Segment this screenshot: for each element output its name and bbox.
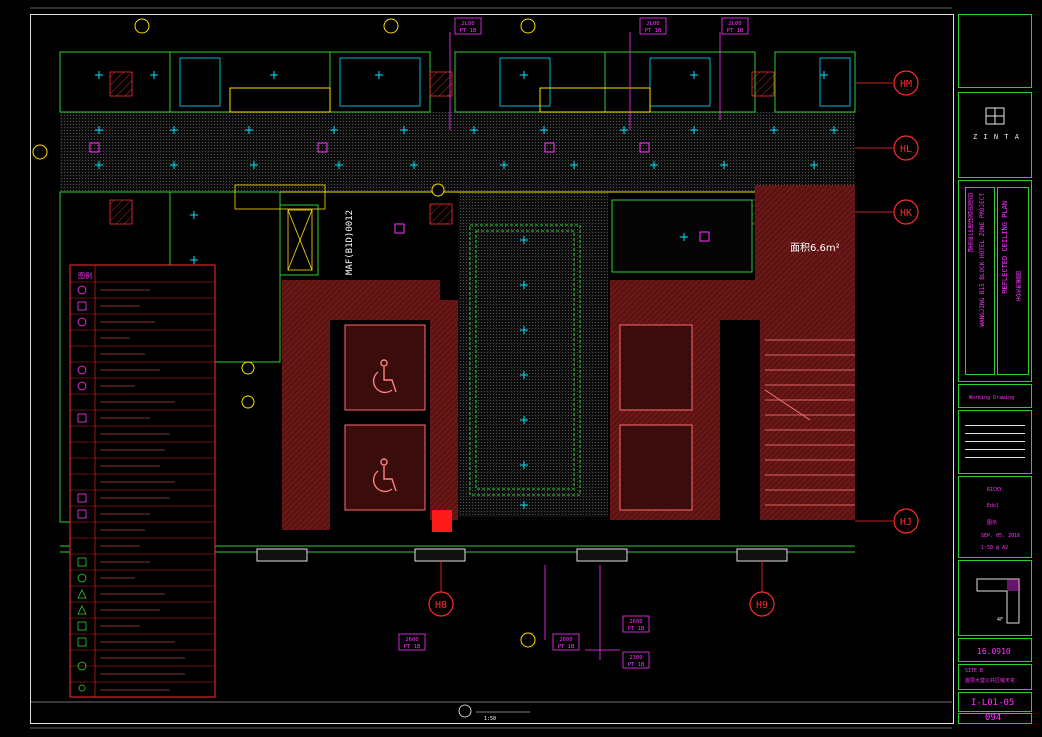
sheet-no-box: I-L01-05 bbox=[958, 692, 1032, 712]
checked-by: Edol bbox=[987, 503, 1000, 509]
page-number: 094 bbox=[985, 713, 1002, 723]
drawing-title-cn: 天花布置图 bbox=[1016, 271, 1023, 301]
upper-rooms bbox=[59, 51, 856, 113]
grid-label-hl: HL bbox=[900, 144, 912, 155]
equipment-tag: MAF(B1D)0012 bbox=[345, 210, 355, 275]
drawn-by: RICKY bbox=[987, 487, 1003, 493]
firm-logo-box bbox=[958, 14, 1032, 88]
firm-name: Z I N T A bbox=[973, 133, 1020, 141]
ceiling-tag-code: PT 1B bbox=[645, 28, 662, 34]
project-no-box: 16.0910 bbox=[958, 638, 1032, 662]
ceiling-tag-code: PT 1B bbox=[727, 28, 744, 34]
project-number: 16.0910 bbox=[977, 647, 1011, 656]
ceiling-tag-height: 2L00 bbox=[728, 21, 741, 27]
ceiling-tag-height: 2L00 bbox=[646, 21, 659, 27]
scale-label: 1:50 bbox=[484, 716, 496, 722]
zinta-logo-icon bbox=[985, 107, 1005, 125]
scale-value: 图示 bbox=[987, 520, 998, 526]
ceiling-tag-code: PT 1B bbox=[404, 644, 421, 650]
key-plan-box: 4F bbox=[958, 560, 1032, 636]
ceiling-tag-code: PT 1B bbox=[628, 626, 645, 632]
grid-label-hm: HM bbox=[900, 79, 912, 90]
drawing-title-block: 1:50 bbox=[30, 701, 952, 722]
grid-label-hk: HK bbox=[900, 208, 912, 219]
legend-table: 图例 bbox=[69, 264, 216, 698]
ceiling-tag-code: PT 1B bbox=[628, 662, 645, 668]
area-label: 面积6.6m² bbox=[790, 242, 840, 254]
drawing-title-en: REFLECTED CEILING PLAN bbox=[1001, 201, 1009, 294]
sheet-number: I-L01-05 bbox=[971, 698, 1015, 708]
ceiling-tag-code: PT 1B bbox=[558, 644, 575, 650]
ceiling-tag-height: 2600 bbox=[629, 619, 642, 625]
drawing-info-box: RICKY Edol 图示 SEP. 05. 2016 1:50 @ A2 bbox=[958, 476, 1032, 558]
ceiling-tag-height: 2600 bbox=[559, 637, 572, 643]
key-plan-icon bbox=[976, 578, 1020, 624]
grid-label-hj: HJ bbox=[900, 517, 912, 528]
ceiling-tag-height: 2600 bbox=[405, 637, 418, 643]
grid-label-h8: H8 bbox=[435, 600, 447, 611]
grid-label-h9: H9 bbox=[756, 600, 768, 611]
ceiling-tag-height: 2300 bbox=[629, 655, 642, 661]
corridor-ceiling bbox=[60, 112, 855, 192]
key-plan-floor: 4F bbox=[997, 617, 1004, 623]
sheet-size: 1:50 @ A2 bbox=[981, 545, 1009, 551]
status-box: Working Drawing bbox=[958, 384, 1032, 408]
area-description: 首层大堂公共区域天花 bbox=[965, 678, 1016, 684]
legend-title: 图例 bbox=[78, 271, 92, 280]
issue-date: SEP. 05. 2016 bbox=[981, 533, 1021, 539]
project-title-box: 望京B15地块酒店项目 WANGJING B15 BLOCK HOTEL ZON… bbox=[958, 180, 1032, 382]
page-no-box: 094 bbox=[958, 713, 1032, 724]
project-name-en: WANGJING B15 BLOCK HOTEL ZONE PROJECT bbox=[979, 193, 986, 327]
ceiling-plan-drawing: HM HL HK HJ H8 H9 2L00 PT 1B 2L00 PT 1B … bbox=[30, 7, 952, 729]
ceiling-tag-height: 2L00 bbox=[461, 21, 474, 27]
lobby-ceiling bbox=[458, 192, 608, 517]
area-code: SITE B bbox=[965, 668, 984, 674]
ceiling-tag-code: PT 1B bbox=[460, 28, 477, 34]
client-logo-box: Z I N T A bbox=[958, 92, 1032, 178]
revision-box bbox=[958, 410, 1032, 474]
drawing-status: Working Drawing bbox=[969, 395, 1015, 401]
area-box: SITE B 首层大堂公共区域天花 bbox=[958, 664, 1032, 690]
project-name-cn: 望京B15地块酒店项目 bbox=[968, 193, 975, 252]
title-block: Z I N T A 望京B15地块酒店项目 WANGJING B15 BLOCK… bbox=[958, 14, 1032, 724]
